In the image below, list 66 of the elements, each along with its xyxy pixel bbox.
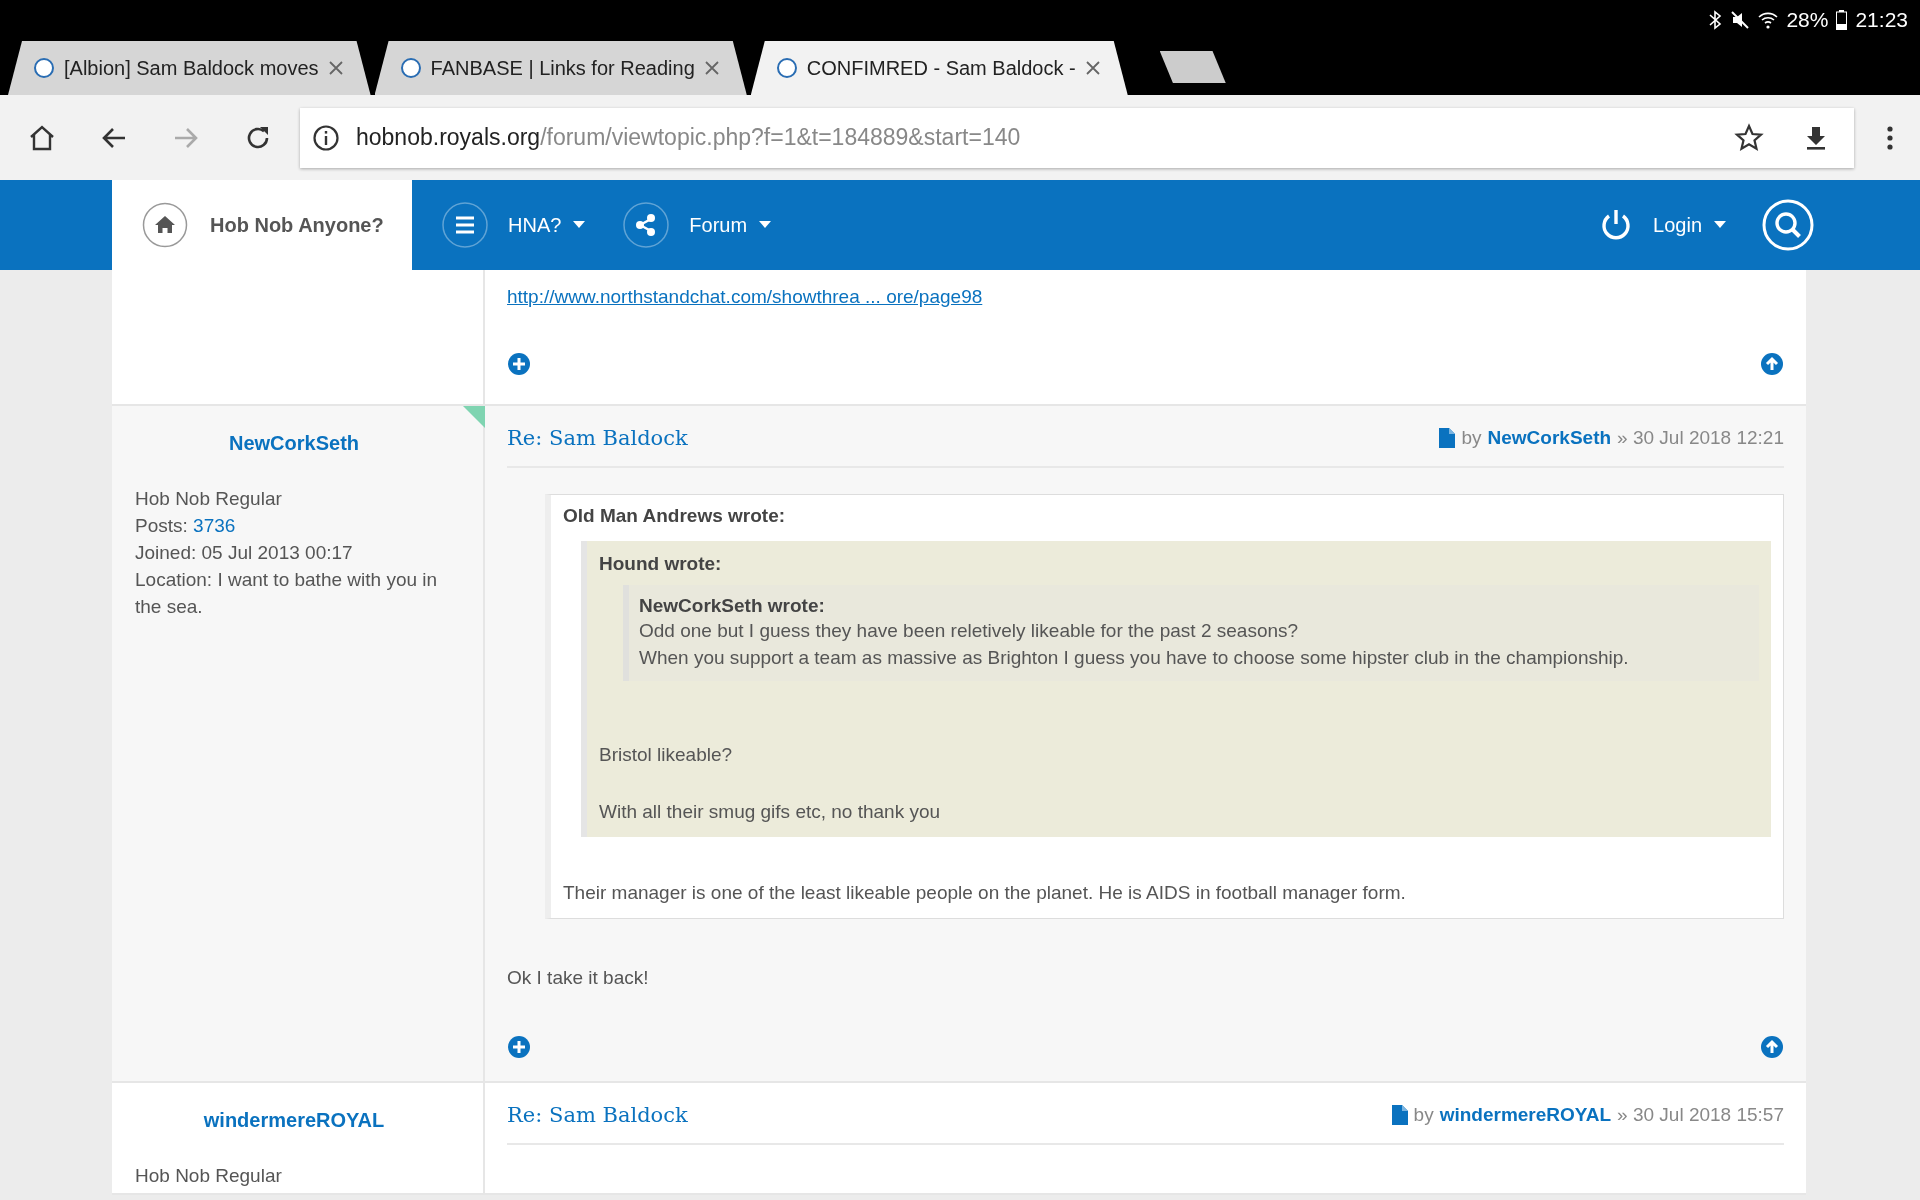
posts-label: Posts: <box>135 515 188 536</box>
site-home-link[interactable]: Hob Nob Anyone? <box>112 180 412 270</box>
star-icon[interactable] <box>1734 122 1764 153</box>
document-icon[interactable] <box>1391 1105 1408 1125</box>
author-link[interactable]: NewCorkSeth <box>135 432 453 455</box>
info-icon[interactable] <box>312 123 340 152</box>
tab-title: [Albion] Sam Baldock moves <box>64 56 319 80</box>
menu-icon <box>442 202 488 248</box>
tab-title: CONFIMRED - Sam Baldock - <box>806 56 1076 80</box>
quote-text: Bristol likeable? <box>599 743 734 767</box>
external-link[interactable]: http://www.northstandchat.com/showthrea ... ore/page98 <box>507 286 983 308</box>
by-label: by <box>1461 427 1482 449</box>
close-icon[interactable] <box>704 61 719 75</box>
plus-icon[interactable] <box>507 352 531 376</box>
caret-icon <box>1714 221 1726 229</box>
author-link[interactable]: windermereROYAL <box>135 1109 453 1132</box>
close-icon[interactable] <box>328 61 343 75</box>
posts-count-link[interactable]: 3736 <box>193 515 236 536</box>
url-text: hobnob.royals.org/forum/viewtopic.php?f=1&t=184889&start=140 <box>356 124 1022 151</box>
favicon-icon <box>776 58 797 78</box>
favicon-icon <box>34 58 54 78</box>
quote-text: Their manager is one of the least likeable people on the planet. He is AIDS in football manager form. <box>563 881 1407 905</box>
login-menu[interactable]: Login <box>1599 208 1726 242</box>
arrow-up-icon[interactable] <box>1760 352 1784 376</box>
quote-text: Odd one but I guess they have been reletively likeable for the past 2 seasons? When you support a team as massive as Brighton I guess you have to choose some hipster club in the championship. <box>639 619 1630 670</box>
author-link[interactable]: windermereROYAL <box>1439 1104 1612 1126</box>
share-icon <box>623 202 670 248</box>
quote-author: Hound wrote: <box>599 553 723 575</box>
battery-icon <box>1836 10 1848 30</box>
user-rank: Hob Nob Regular <box>135 487 283 511</box>
close-icon[interactable] <box>1085 61 1100 75</box>
user-location: Location: I want to bathe with you in the sea. <box>135 568 439 619</box>
plus-icon[interactable] <box>507 1035 531 1059</box>
arrow-up-icon[interactable] <box>1760 1035 1784 1059</box>
browser-tab[interactable]: FANBASE | Links for Reading <box>374 41 747 95</box>
mute-icon <box>1730 10 1751 30</box>
favicon-icon <box>400 58 421 78</box>
post-text: Ok I take it back! <box>507 967 650 989</box>
by-label: by <box>1413 1104 1434 1126</box>
author-link[interactable]: NewCorkSeth <box>1487 427 1612 449</box>
clock-time: 21:23 <box>1855 8 1908 32</box>
post-date: » 30 Jul 2018 12:21 <box>1617 427 1784 449</box>
battery-percent: 28% <box>1786 8 1829 32</box>
wifi-icon <box>1758 10 1779 30</box>
browser-tab[interactable]: [Albion] Sam Baldock moves <box>8 41 371 95</box>
address-bar[interactable]: hobnob.royals.org/forum/viewtopic.php?f=1&t=184889&start=140 <box>300 107 1854 168</box>
quote-text: With all their smug gifs etc, no thank you <box>599 800 942 824</box>
user-rank: Hob Nob Regular <box>135 1164 283 1188</box>
caret-icon <box>573 221 586 229</box>
tab-title: FANBASE | Links for Reading <box>430 56 695 80</box>
quote-author: NewCorkSeth wrote: <box>639 595 826 617</box>
nav-menu[interactable]: HNA? <box>442 202 586 248</box>
document-icon[interactable] <box>1439 428 1456 448</box>
caret-icon <box>759 221 772 229</box>
search-icon[interactable] <box>1762 199 1814 251</box>
bluetooth-icon <box>1708 10 1723 30</box>
home-icon <box>142 202 188 248</box>
nav-menu[interactable]: Forum <box>623 202 772 248</box>
quote-author: Old Man Andrews wrote: <box>563 505 787 527</box>
home-icon[interactable] <box>28 123 56 152</box>
post-title-link[interactable]: Re: Sam Baldock <box>507 426 688 450</box>
more-menu-icon[interactable] <box>1886 123 1894 152</box>
joined-date: Joined: 05 Jul 2013 00:17 <box>135 541 354 565</box>
browser-tab[interactable]: CONFIMRED - Sam Baldock - <box>750 41 1128 95</box>
post-date: » 30 Jul 2018 15:57 <box>1617 1104 1784 1126</box>
post-title-link[interactable]: Re: Sam Baldock <box>507 1103 688 1127</box>
